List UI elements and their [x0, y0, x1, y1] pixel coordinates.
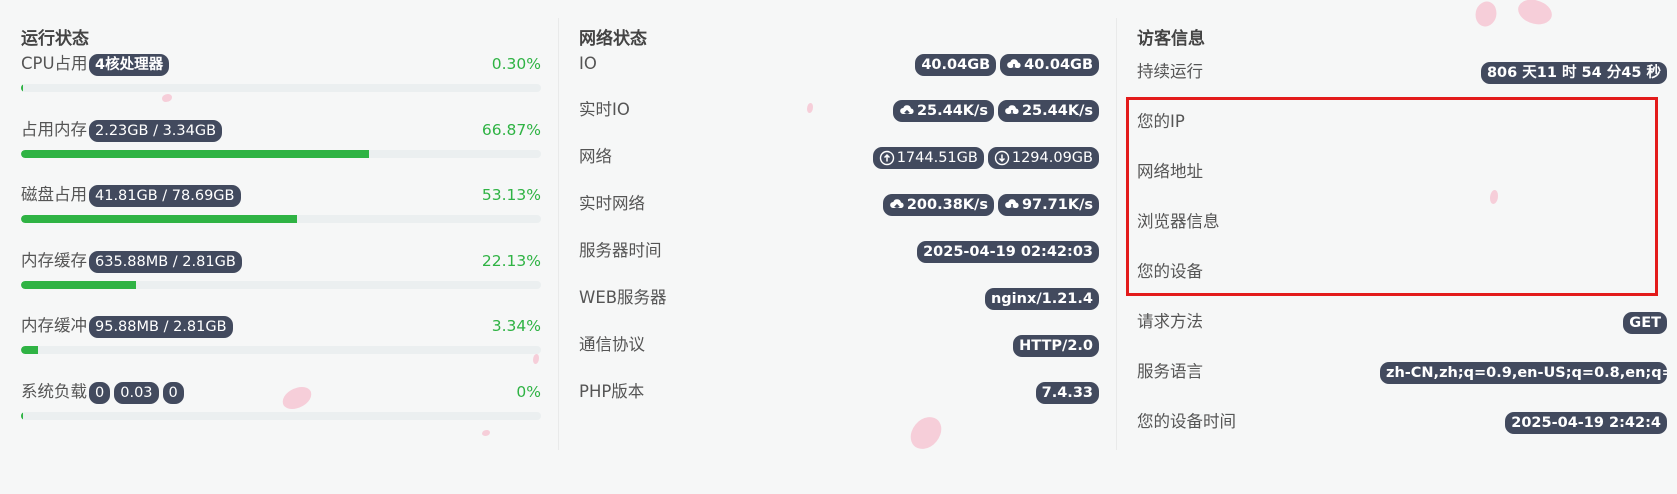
- row-label: 通信协议: [579, 335, 645, 354]
- service-language-pill: zh-CN,zh;q=0.9,en-US;q=0.8,en;q=0.7: [1380, 362, 1667, 384]
- disk-usage-row: 磁盘占用 41.81GB / 78.69GB 53.13%: [21, 183, 541, 235]
- progress-fill: [21, 84, 24, 92]
- memory-cache-row: 内存缓存 635.88MB / 2.81GB 22.13%: [21, 249, 541, 301]
- row-label: 实时IO: [579, 100, 630, 119]
- progress-fill: [21, 412, 24, 420]
- pill-text: 200.38K/s: [906, 197, 988, 213]
- metric-percent: 66.87%: [481, 121, 541, 139]
- progress-track: [21, 412, 541, 420]
- protocol-pill: HTTP/2.0: [1013, 335, 1099, 357]
- metric-percent: 53.13%: [481, 186, 541, 204]
- io-row: IO 40.04GB 40.04GB: [579, 52, 1099, 92]
- cloud-upload-icon: [900, 105, 914, 117]
- progress-fill: [21, 281, 137, 289]
- cloud-download-icon: [1007, 59, 1021, 72]
- realtime-network-row: 实时网络 200.38K/s 97.71K/s: [579, 192, 1099, 232]
- metric-label: CPU占用: [21, 54, 88, 73]
- device-time-pill: 2025-04-19 2:42:4: [1505, 412, 1667, 434]
- metric-label: 内存缓存: [21, 251, 87, 270]
- row-label: WEB服务器: [579, 288, 667, 307]
- network-download-speed-pill: 97.71K/s: [997, 194, 1099, 216]
- metric-percent: 0%: [516, 383, 541, 401]
- load-1min-pill: 0: [89, 382, 111, 404]
- progress-track: [21, 346, 541, 354]
- row-label: PHP版本: [579, 382, 645, 401]
- load-5min-pill: 0.03: [114, 382, 159, 404]
- running-status-panel: 运行状态 CPU占用 4核处理器 0.30% 占用内存 2.23GB / 3.3…: [0, 0, 558, 494]
- metric-label: 占用内存: [21, 120, 87, 139]
- circle-up-icon: [879, 150, 894, 166]
- progress-fill: [21, 215, 298, 223]
- io-download-pill: 40.04GB: [1000, 54, 1099, 76]
- request-method-pill: GET: [1623, 312, 1667, 334]
- running-status-title: 运行状态: [21, 29, 89, 49]
- io-upload-speed-pill: 25.44K/s: [892, 100, 994, 122]
- load-15min-pill: 0: [162, 382, 184, 404]
- memory-usage-row: 占用内存 2.23GB / 3.34GB 66.87%: [21, 118, 541, 170]
- progress-track: [21, 215, 541, 223]
- row-label: 您的设备时间: [1137, 412, 1236, 431]
- cloud-download-icon: [1005, 199, 1019, 212]
- device-time-row: 您的设备时间 2025-04-19 2:42:4: [1137, 410, 1667, 450]
- row-label: 网络: [579, 147, 612, 166]
- row-label: IO: [579, 54, 597, 73]
- pill-text: 1294.09GB: [1011, 150, 1093, 166]
- web-server-pill: nginx/1.21.4: [984, 288, 1099, 310]
- metric-value-pill: 95.88MB / 2.81GB: [89, 316, 233, 338]
- highlight-box: [1126, 97, 1658, 296]
- metric-value-pill: 4核处理器: [89, 54, 170, 76]
- system-load-row: 系统负载 0 0.03 0 0%: [21, 380, 541, 432]
- progress-track: [21, 84, 541, 92]
- metric-value-pill: 635.88MB / 2.81GB: [89, 251, 242, 273]
- io-total-pill: 40.04GB: [915, 54, 997, 76]
- pill-text: 25.44K/s: [1021, 103, 1093, 119]
- row-label: 实时网络: [579, 194, 645, 213]
- web-server-row: WEB服务器 nginx/1.21.4: [579, 286, 1099, 326]
- uptime-row: 持续运行 806 天11 时 54 分45 秒: [1137, 60, 1667, 100]
- pill-text: 25.44K/s: [916, 103, 988, 119]
- service-language-row: 服务语言 zh-CN,zh;q=0.9,en-US;q=0.8,en;q=0.7: [1137, 360, 1667, 400]
- row-label: 持续运行: [1137, 62, 1203, 81]
- network-status-panel: 网络状态 IO 40.04GB 40.04GB 实时IO 25.44K/s 25…: [558, 0, 1116, 494]
- metric-percent: 22.13%: [481, 252, 541, 270]
- progress-fill: [21, 346, 39, 354]
- realtime-io-row: 实时IO 25.44K/s 25.44K/s: [579, 98, 1099, 138]
- network-upload-speed-pill: 200.38K/s: [882, 194, 994, 216]
- progress-fill: [21, 150, 369, 158]
- progress-track: [21, 150, 541, 158]
- io-download-speed-pill: 25.44K/s: [997, 100, 1099, 122]
- php-version-row: PHP版本 7.4.33: [579, 380, 1099, 420]
- metric-label: 磁盘占用: [21, 185, 87, 204]
- pill-text: 40.04GB: [921, 57, 991, 73]
- cpu-usage-row: CPU占用 4核处理器 0.30%: [21, 52, 541, 104]
- circle-down-icon: [994, 150, 1010, 166]
- network-sent-pill: 1744.51GB: [872, 147, 984, 169]
- metric-value-pill: 2.23GB / 3.34GB: [89, 120, 223, 142]
- row-label: 请求方法: [1137, 312, 1203, 331]
- row-label: 服务器时间: [579, 241, 662, 260]
- request-method-row: 请求方法 GET: [1137, 310, 1667, 350]
- visitor-info-title: 访客信息: [1137, 29, 1205, 49]
- network-received-pill: 1294.09GB: [987, 147, 1099, 169]
- network-status-title: 网络状态: [579, 29, 647, 49]
- metric-value-pill: 41.81GB / 78.69GB: [89, 185, 241, 207]
- server-time-row: 服务器时间 2025-04-19 02:42:03: [579, 239, 1099, 279]
- pill-text: 40.04GB: [1024, 57, 1093, 73]
- progress-track: [21, 281, 541, 289]
- metric-percent: 3.34%: [491, 317, 541, 335]
- protocol-row: 通信协议 HTTP/2.0: [579, 333, 1099, 373]
- server-time-pill: 2025-04-19 02:42:03: [917, 241, 1099, 263]
- row-label: 服务语言: [1137, 362, 1203, 381]
- metric-label: 系统负载: [21, 382, 87, 401]
- metric-percent: 0.30%: [491, 55, 541, 73]
- php-version-pill: 7.4.33: [1035, 382, 1099, 404]
- uptime-pill: 806 天11 时 54 分45 秒: [1480, 62, 1667, 84]
- network-row: 网络 1744.51GB 1294.09GB: [579, 145, 1099, 185]
- pill-text: 1744.51GB: [896, 150, 978, 166]
- cloud-download-icon: [1005, 105, 1019, 118]
- memory-buffer-row: 内存缓冲 95.88MB / 2.81GB 3.34%: [21, 314, 541, 366]
- pill-text: 97.71K/s: [1021, 197, 1093, 213]
- metric-label: 内存缓冲: [21, 316, 87, 335]
- cloud-upload-icon: [889, 199, 904, 211]
